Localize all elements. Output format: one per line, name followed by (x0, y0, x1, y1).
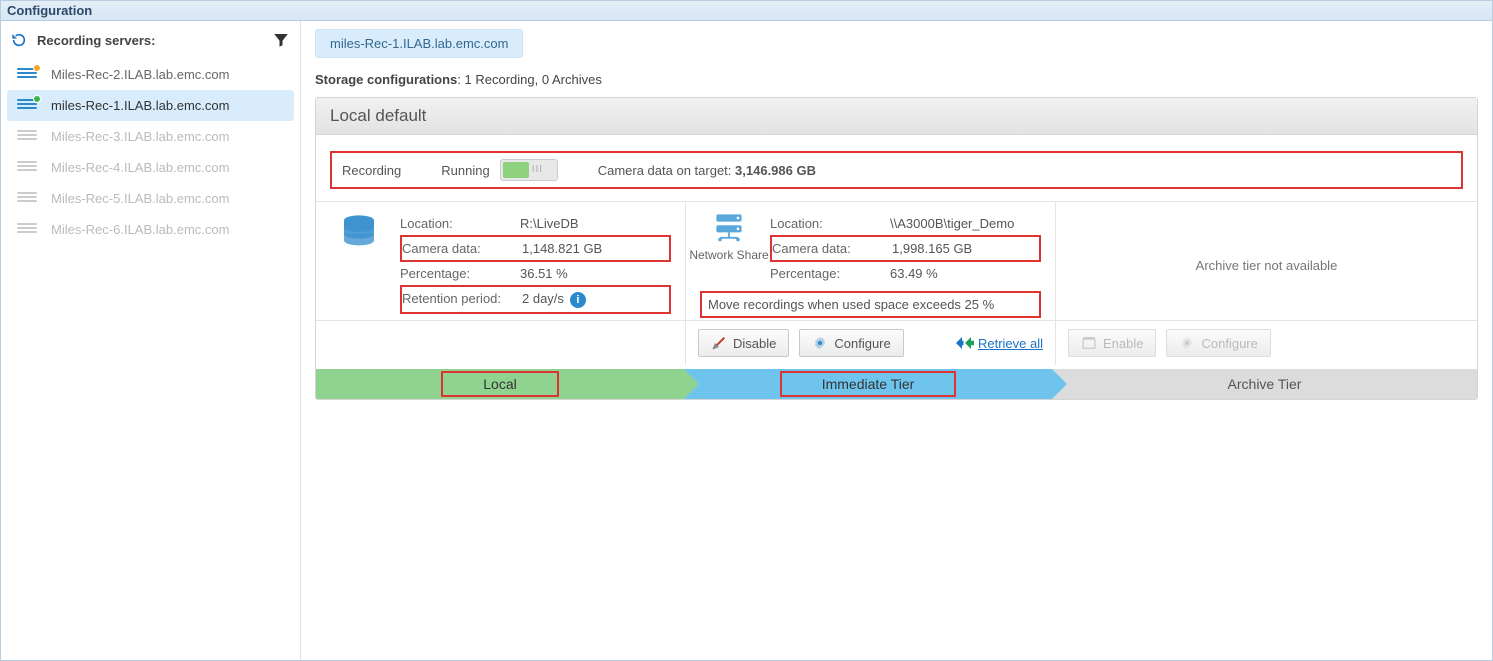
server-name: Miles-Rec-5.ILAB.lab.emc.com (51, 191, 229, 206)
recording-label: Recording (342, 163, 401, 178)
tier-archive[interactable]: Archive Tier (1052, 369, 1477, 399)
sidebar-header-label: Recording servers: (37, 33, 156, 48)
server-icon (17, 223, 37, 237)
disable-icon (711, 335, 727, 351)
server-name: miles-Rec-1.ILAB.lab.emc.com (51, 98, 229, 113)
server-name: Miles-Rec-2.ILAB.lab.emc.com (51, 67, 229, 82)
camera-data-target: Camera data on target: 3,146.986 GB (598, 163, 816, 178)
server-name: Miles-Rec-3.ILAB.lab.emc.com (51, 129, 229, 144)
gear-icon (1179, 335, 1195, 351)
network-share-icon: Network Share (700, 212, 758, 285)
recording-status-row: Recording Running III Camera data on tar… (330, 151, 1463, 189)
storage-panel: Local default Recording Running III Came… (315, 97, 1478, 400)
tier-bar: Local Immediate Tier Archive Tier (316, 369, 1477, 399)
info-icon[interactable]: i (570, 292, 586, 308)
tier-local[interactable]: Local (316, 369, 684, 399)
status-dot (33, 95, 41, 103)
breadcrumb[interactable]: miles-Rec-1.ILAB.lab.emc.com (315, 29, 523, 58)
disable-button[interactable]: Disable (698, 329, 789, 357)
local-percentage: 36.51 % (520, 266, 568, 281)
archive-tier-column: Archive tier not available (1056, 202, 1477, 320)
server-icon (17, 99, 37, 113)
server-name: Miles-Rec-6.ILAB.lab.emc.com (51, 222, 229, 237)
retrieve-icon (956, 336, 974, 350)
window-title: Configuration (1, 1, 1492, 21)
server-item-3[interactable]: Miles-Rec-4.ILAB.lab.emc.com (7, 152, 294, 183)
archive-box-icon (1081, 335, 1097, 351)
server-icon (17, 130, 37, 144)
status-dot (33, 64, 41, 72)
local-location: R:\LiveDB (520, 216, 579, 231)
move-recordings-note: Move recordings when used space exceeds … (700, 291, 1041, 318)
server-item-4[interactable]: Miles-Rec-5.ILAB.lab.emc.com (7, 183, 294, 214)
recording-toggle[interactable]: III (500, 159, 558, 181)
configure-archive-button: Configure (1166, 329, 1270, 357)
server-item-2[interactable]: Miles-Rec-3.ILAB.lab.emc.com (7, 121, 294, 152)
server-name: Miles-Rec-4.ILAB.lab.emc.com (51, 160, 229, 175)
archive-na-text: Archive tier not available (1070, 212, 1463, 318)
local-camera-data: Camera data:1,148.821 GB (400, 235, 671, 262)
immediate-location: \\A3000B\tiger_Demo (890, 216, 1014, 231)
local-retention: Retention period:2 day/si (400, 285, 671, 314)
local-tier-column: Location:R:\LiveDB Camera data:1,148.821… (316, 202, 686, 320)
retrieve-all-link[interactable]: Retrieve all (956, 336, 1043, 351)
immediate-percentage: 63.49 % (890, 266, 938, 281)
main-panel: miles-Rec-1.ILAB.lab.emc.com Storage con… (301, 21, 1492, 660)
sidebar: Recording servers: Miles-Rec-2.ILAB.lab.… (1, 21, 301, 660)
tier-immediate[interactable]: Immediate Tier (684, 369, 1052, 399)
storage-config-summary: Storage configurations: 1 Recording, 0 A… (315, 72, 1478, 87)
immediate-camera-data: Camera data:1,998.165 GB (770, 235, 1041, 262)
gear-icon (812, 335, 828, 351)
immediate-tier-column: Network Share Location:\\A3000B\tiger_De… (686, 202, 1056, 320)
server-icon (17, 192, 37, 206)
recording-state: Running (441, 163, 489, 178)
server-item-1[interactable]: miles-Rec-1.ILAB.lab.emc.com (7, 90, 294, 121)
panel-title: Local default (316, 98, 1477, 135)
server-item-0[interactable]: Miles-Rec-2.ILAB.lab.emc.com (7, 59, 294, 90)
server-icon (17, 161, 37, 175)
configure-button[interactable]: Configure (799, 329, 903, 357)
server-icon (17, 68, 37, 82)
enable-button: Enable (1068, 329, 1156, 357)
filter-icon[interactable] (272, 31, 290, 49)
database-icon (330, 212, 388, 314)
refresh-icon[interactable] (11, 32, 27, 48)
server-item-5[interactable]: Miles-Rec-6.ILAB.lab.emc.com (7, 214, 294, 245)
